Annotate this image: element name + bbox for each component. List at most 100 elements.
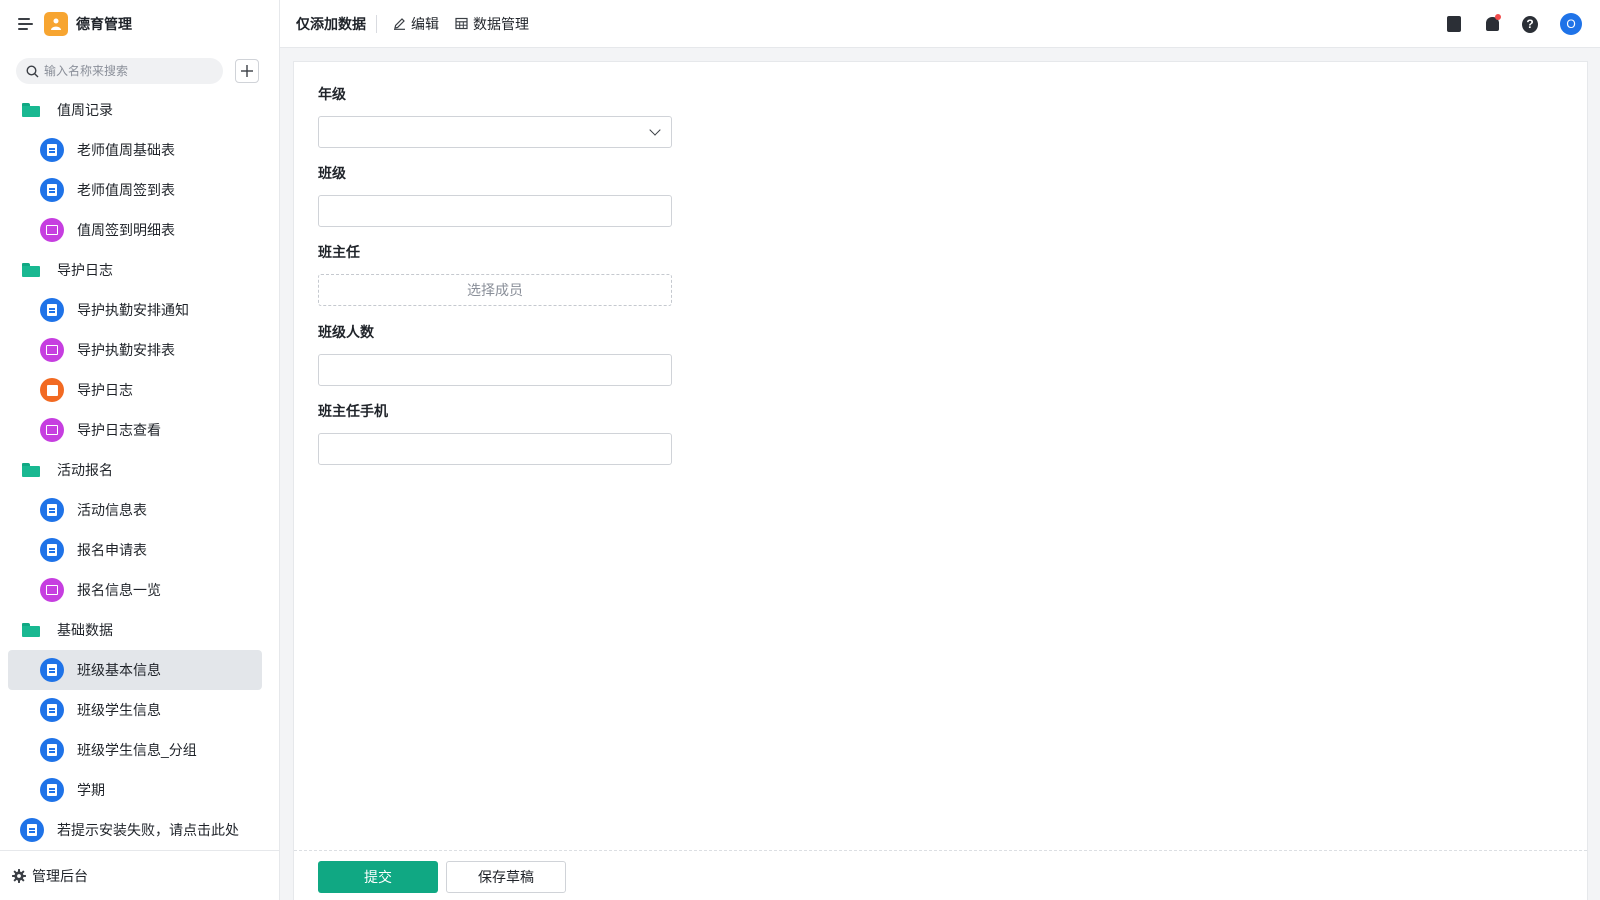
report-icon: [40, 578, 64, 602]
head-teacher-label: 班主任: [318, 244, 360, 260]
nav-item[interactable]: 活动信息表: [0, 490, 280, 530]
app-logo-icon: [44, 12, 68, 36]
avatar[interactable]: O: [1560, 13, 1582, 35]
head-teacher-phone-input[interactable]: [319, 434, 671, 464]
nav-item[interactable]: 报名信息一览: [0, 570, 280, 610]
nav-item-label: 班级学生信息_分组: [77, 742, 197, 758]
form-icon: [40, 178, 64, 202]
search-box[interactable]: [16, 58, 223, 84]
grade-label: 年级: [318, 86, 346, 102]
nav-item-label: 学期: [77, 782, 105, 798]
page-title: 仅添加数据: [296, 15, 366, 32]
nav-item[interactable]: 班级学生信息_分组: [0, 730, 280, 770]
class-label: 班级: [318, 165, 346, 181]
head-teacher-phone-label: 班主任手机: [318, 403, 388, 419]
class-size-input[interactable]: [319, 355, 671, 385]
select-member-button[interactable]: 选择成员: [318, 274, 672, 306]
nav-item-label: 老师值周基础表: [77, 142, 175, 158]
class-size-field: 班级人数: [318, 322, 672, 386]
nav-item[interactable]: 报名申请表: [0, 530, 280, 570]
folder-icon: [22, 263, 40, 277]
gear-icon: [12, 868, 26, 883]
nav-item-label: 报名申请表: [77, 542, 147, 558]
menu-collapse-icon[interactable]: [18, 16, 34, 32]
nav-item[interactable]: 值周签到明细表: [0, 210, 280, 250]
nav-folder-label: 值周记录: [57, 102, 113, 118]
admin-console-label: 管理后台: [32, 867, 88, 884]
nav-item[interactable]: 导护日志: [0, 370, 280, 410]
report-icon: [40, 218, 64, 242]
head-teacher-field: 班主任 选择成员: [318, 242, 672, 306]
nav-folder[interactable]: 活动报名: [0, 450, 280, 490]
nav-folder[interactable]: 导护日志: [0, 250, 280, 290]
nav-item[interactable]: 老师值周基础表: [0, 130, 280, 170]
class-size-label: 班级人数: [318, 324, 374, 340]
class-input[interactable]: [319, 196, 671, 226]
add-button[interactable]: [235, 59, 259, 83]
top-bar: 仅添加数据 编辑 数据管理 ? O: [280, 0, 1600, 48]
edit-button[interactable]: 编辑: [393, 14, 439, 34]
form-icon: [40, 298, 64, 322]
folder-icon: [22, 103, 40, 117]
nav-folder[interactable]: 基础数据: [0, 610, 280, 650]
chevron-down-icon: [649, 124, 661, 136]
search-icon: [26, 64, 39, 77]
table-icon: [455, 17, 468, 30]
form-icon: [40, 498, 64, 522]
nav-item[interactable]: 导护执勤安排通知: [0, 290, 280, 330]
form-footer: 提交 保存草稿: [294, 850, 1587, 900]
nav-item-label: 班级学生信息: [77, 702, 161, 718]
data-management-label: 数据管理: [473, 15, 529, 32]
nav-item-label: 导护日志查看: [77, 422, 161, 438]
class-input-wrap: [318, 195, 672, 227]
search-input[interactable]: [44, 64, 214, 78]
book-icon[interactable]: [1446, 16, 1462, 32]
form-icon: [40, 658, 64, 682]
class-size-input-wrap: [318, 354, 672, 386]
folder-icon: [22, 623, 40, 637]
form-icon: [40, 778, 64, 802]
sidebar-header: 德育管理: [0, 0, 280, 48]
admin-console-link[interactable]: 管理后台: [0, 850, 280, 900]
nav-folder-label: 活动报名: [57, 462, 113, 478]
grade-field: 年级: [318, 84, 672, 148]
nav-folder-label: 导护日志: [57, 262, 113, 278]
form-icon: [40, 738, 64, 762]
nav-folder-label: 基础数据: [57, 622, 113, 638]
top-bar-actions: ? O: [1446, 0, 1582, 48]
report-icon: [40, 418, 64, 442]
data-management-button[interactable]: 数据管理: [455, 14, 529, 34]
sidebar-nav: 值周记录 老师值周基础表 老师值周签到表 值周签到明细表 导护日志 导护执勤安排…: [0, 90, 280, 850]
form-icon: [40, 698, 64, 722]
save-draft-button[interactable]: 保存草稿: [446, 861, 566, 893]
nav-item[interactable]: 导护执勤安排表: [0, 330, 280, 370]
submit-button[interactable]: 提交: [318, 861, 438, 893]
form-icon: [40, 538, 64, 562]
nav-item-label: 导护执勤安排通知: [77, 302, 189, 318]
folder-icon: [22, 463, 40, 477]
nav-item[interactable]: 老师值周签到表: [0, 170, 280, 210]
nav-item[interactable]: 导护日志查看: [0, 410, 280, 450]
nav-item[interactable]: 学期: [0, 770, 280, 810]
head-teacher-phone-field: 班主任手机: [318, 401, 672, 465]
nav-item[interactable]: 若提示安装失败，请点击此处: [0, 810, 280, 850]
nav-item-active[interactable]: 班级基本信息: [8, 650, 262, 690]
pencil-icon: [394, 18, 405, 30]
nav-item-label: 导护日志: [77, 382, 133, 398]
grade-select[interactable]: [318, 116, 672, 148]
report-icon: [40, 338, 64, 362]
nav-item-label: 报名信息一览: [77, 582, 161, 598]
bell-icon[interactable]: [1484, 14, 1501, 32]
sidebar: 德育管理 值周记录 老师值周基础表 老师值周签到表 值周签到明细表 导护日志 导…: [0, 0, 280, 900]
nav-item-label: 老师值周签到表: [77, 182, 175, 198]
divider: [376, 14, 377, 33]
nav-item-label: 导护执勤安排表: [77, 342, 175, 358]
nav-folder[interactable]: 值周记录: [0, 90, 280, 130]
notification-dot: [1495, 14, 1501, 20]
help-icon[interactable]: ?: [1522, 15, 1538, 33]
class-field: 班级: [318, 163, 672, 227]
nav-item-label: 班级基本信息: [77, 662, 161, 678]
app-title: 德育管理: [76, 16, 132, 32]
nav-item-label: 活动信息表: [77, 502, 147, 518]
nav-item[interactable]: 班级学生信息: [0, 690, 280, 730]
